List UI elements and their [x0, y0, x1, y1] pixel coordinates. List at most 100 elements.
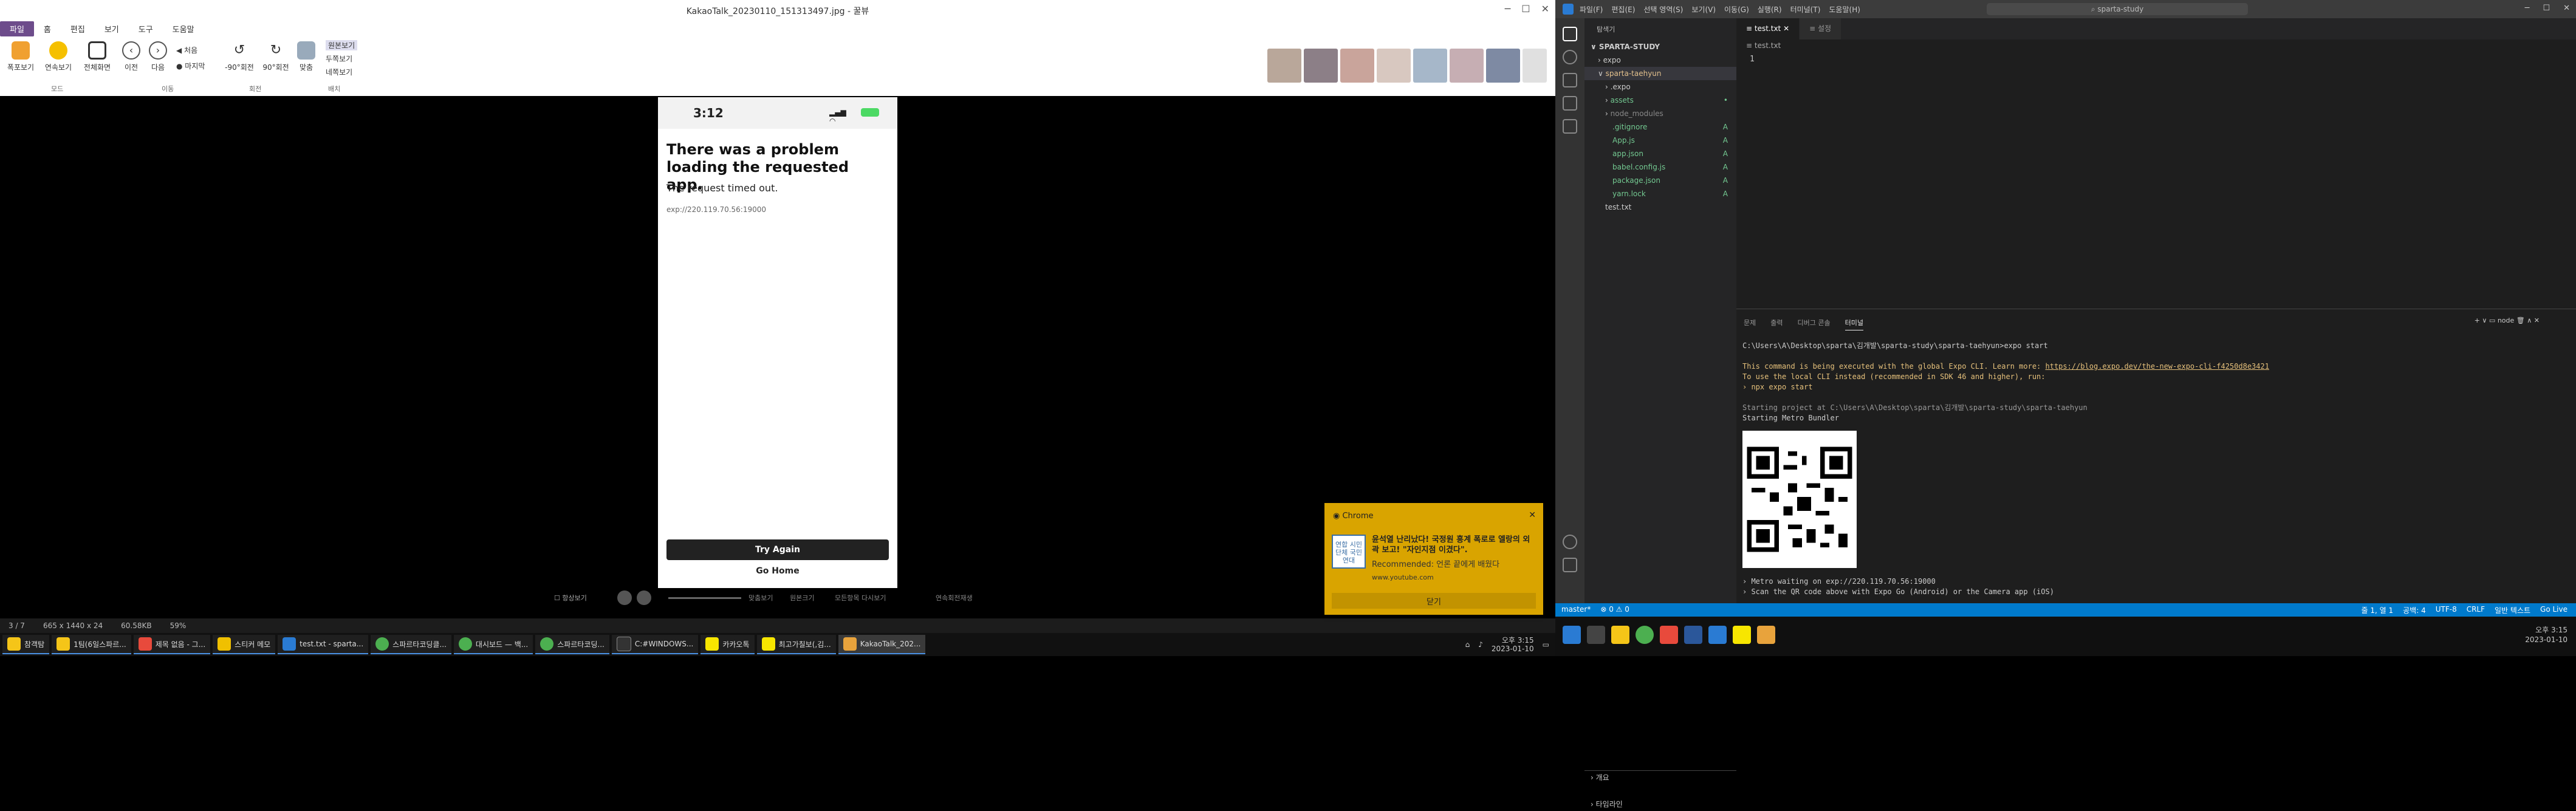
honeyview-icon[interactable] [1757, 626, 1775, 644]
four-page-option[interactable]: 네쪽보기 [326, 67, 352, 77]
task-view-icon[interactable] [1587, 626, 1605, 644]
minimize-icon[interactable]: ─ [1505, 3, 1511, 15]
clock[interactable]: 오후 3:15 2023-01-10 [2525, 625, 2567, 645]
fit-view-button[interactable]: 맞춤보기 [748, 593, 773, 603]
zoom-slider[interactable] [668, 597, 741, 599]
tree-item-yarn-lock[interactable]: yarn.lock A [1584, 187, 1736, 200]
extensions-icon[interactable] [1563, 119, 1577, 134]
close-icon[interactable]: ✕ [2563, 4, 2570, 13]
tab-settings[interactable]: ≡ 설정 [1800, 18, 1842, 39]
close-icon[interactable]: ✕ [1541, 3, 1549, 15]
clock[interactable]: 오후 3:15 2023-01-10 [1492, 636, 1534, 653]
menu-view[interactable]: 보기(V) [1691, 4, 1716, 15]
encoding[interactable]: UTF-8 [2436, 605, 2457, 615]
terminal-output[interactable]: C:\Users\A\Desktop\sparta\김개발\sparta-stu… [1742, 341, 2269, 423]
folder-icon[interactable] [1611, 626, 1629, 644]
menu-terminal[interactable]: 터미널(T) [1790, 4, 1821, 15]
panel-tab-terminal[interactable]: 터미널 [1845, 318, 1863, 330]
taskbar-item[interactable]: 스파르타코딩클... [371, 635, 451, 654]
menu-home[interactable]: 홈 [34, 21, 61, 36]
notification-center-icon[interactable]: ▭ [1543, 640, 1549, 649]
account-icon[interactable] [1563, 535, 1577, 549]
maximize-icon[interactable]: ☐ [1521, 3, 1530, 15]
taskbar-item[interactable]: test.txt - sparta... [278, 635, 369, 654]
next-button[interactable]: › 다음 [146, 41, 170, 72]
menu-edit[interactable]: 편집(E) [1611, 4, 1635, 15]
outline-section[interactable]: › 개요 [1584, 770, 1736, 784]
review-all-button[interactable]: 모든항목 다시보기 [835, 593, 886, 603]
problems-count[interactable]: ⊗ 0 ⚠ 0 [1600, 605, 1629, 614]
go-live-button[interactable]: Go Live [2540, 605, 2567, 615]
source-control-icon[interactable] [1563, 73, 1577, 87]
paint-icon[interactable] [1660, 626, 1678, 644]
taskbar-item[interactable]: 스티커 메모 [213, 635, 276, 654]
tree-item-package-json[interactable]: package.json A [1584, 174, 1736, 187]
timeline-section[interactable]: › 타임라인 [1584, 798, 1736, 811]
ad-thumbnail[interactable] [1450, 49, 1484, 83]
prev-button[interactable]: ‹ 이전 [119, 41, 143, 72]
indentation[interactable]: 공백: 4 [2403, 605, 2426, 615]
first-link[interactable]: ◀ 처음 [176, 45, 197, 55]
original-view-option[interactable]: 원본보기 [326, 40, 358, 50]
tree-item-node-modules[interactable]: › node_modules [1584, 107, 1736, 120]
ad-thumbnail[interactable] [1304, 49, 1338, 83]
menu-go[interactable]: 이동(G) [1724, 4, 1749, 15]
menu-file[interactable]: 파일(F) [1580, 4, 1603, 15]
minimize-icon[interactable]: ─ [2525, 4, 2530, 13]
menu-edit[interactable]: 편집 [61, 21, 95, 36]
taskbar-item[interactable]: 참객탐 [2, 635, 50, 654]
continuous-view-button[interactable]: 연속보기 [40, 41, 77, 72]
panel-tab-debug-console[interactable]: 디버그 콘솔 [1798, 318, 1831, 330]
run-debug-icon[interactable] [1563, 96, 1577, 111]
language-mode[interactable]: 일반 텍스트 [2495, 605, 2530, 615]
workspace-root[interactable]: ∨ SPARTA-STUDY [1584, 40, 1736, 53]
terminal-shell-selector[interactable]: + ∨ ▭ node 🗑 ∧ ✕ [2475, 317, 2540, 324]
kakaotalk-icon[interactable] [1733, 626, 1751, 644]
panel-tab-problems[interactable]: 문제 [1744, 318, 1756, 330]
waterfall-view-button[interactable]: 폭포보기 [2, 41, 39, 72]
word-icon[interactable] [1684, 626, 1702, 644]
command-center[interactable]: ⌕ sparta-study [1987, 3, 2248, 15]
menu-view[interactable]: 보기 [95, 21, 129, 36]
tree-item-assets[interactable]: › assets • [1584, 94, 1736, 107]
taskbar-item[interactable]: 제목 없음 - 그... [133, 635, 211, 654]
chrome-notification[interactable]: ◉ Chrome ✕ 연합 시민단체 국민연대 윤석열 난리났다! 국정원 흥계… [1324, 503, 1543, 615]
taskbar-item-active[interactable]: KakaoTalk_202... [838, 635, 926, 654]
tree-item-app-js[interactable]: App.js A [1584, 134, 1736, 147]
last-link[interactable]: ● 마지막 [176, 61, 205, 71]
close-icon[interactable]: ✕ [1529, 510, 1536, 520]
try-again-button[interactable]: Try Again [666, 539, 889, 560]
tree-item-test-txt[interactable]: test.txt [1584, 200, 1736, 214]
taskbar-item[interactable]: 대시보드 — 백... [453, 635, 533, 654]
menu-selection[interactable]: 선택 영역(S) [1643, 4, 1683, 15]
taskbar-item[interactable]: 스파르타코딩... [535, 635, 609, 654]
vscode-icon[interactable] [1708, 626, 1727, 644]
menu-run[interactable]: 실행(R) [1758, 4, 1782, 15]
always-view-toggle[interactable]: ☐ 항상보기 [554, 593, 587, 603]
ad-thumbnail[interactable] [1486, 49, 1520, 83]
tree-item-gitignore[interactable]: .gitignore A [1584, 120, 1736, 134]
ad-thumbnail[interactable] [1340, 49, 1374, 83]
taskbar-item[interactable]: 1팀(6일스파르... [52, 635, 131, 654]
tab-test-txt[interactable]: ≡ test.txt ✕ [1736, 18, 1800, 39]
rotate-cw-button[interactable]: ↻ 90°회전 [258, 41, 294, 72]
cursor-position[interactable]: 줄 1, 열 1 [2362, 605, 2394, 615]
explorer-icon[interactable] [1563, 27, 1577, 41]
tree-item-app-json[interactable]: app.json A [1584, 147, 1736, 160]
next-circle-icon[interactable] [637, 590, 651, 605]
prev-circle-icon[interactable] [617, 590, 632, 605]
chrome-icon[interactable] [1636, 626, 1654, 644]
line-ending[interactable]: CRLF [2467, 605, 2485, 615]
menu-tools[interactable]: 도구 [129, 21, 163, 36]
panel-tab-output[interactable]: 출력 [1770, 318, 1783, 330]
notification-close-button[interactable]: 닫기 [1332, 593, 1536, 609]
menu-help[interactable]: 도움말 [163, 21, 204, 36]
menu-help[interactable]: 도움말(H) [1829, 4, 1860, 15]
rotate-ccw-button[interactable]: ↺ -90°회전 [221, 41, 258, 72]
volume-icon[interactable]: ♪ [1478, 640, 1483, 649]
network-icon[interactable]: ⌂ [1465, 640, 1470, 649]
original-size-button[interactable]: 원본크기 [790, 593, 814, 603]
tree-item-expo[interactable]: › expo [1584, 53, 1736, 67]
git-branch[interactable]: master* [1561, 605, 1591, 614]
slideshow-button[interactable]: 연속회전재생 [936, 593, 973, 603]
